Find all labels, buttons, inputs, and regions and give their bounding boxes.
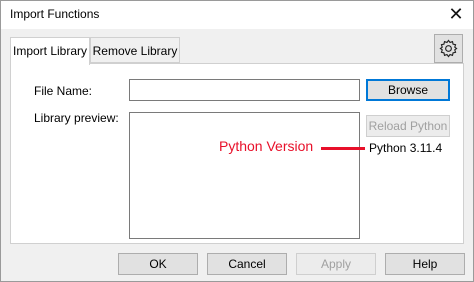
cancel-button[interactable]: Cancel — [207, 253, 287, 275]
library-preview-label: Library preview: — [34, 111, 119, 125]
ok-button[interactable]: OK — [118, 253, 198, 275]
window-title: Import Functions — [10, 7, 100, 21]
title-bar: Import Functions ✕ — [1, 1, 473, 29]
browse-button[interactable]: Browse — [366, 79, 450, 101]
apply-button[interactable]: Apply — [296, 253, 376, 275]
python-version-text: Python 3.11.4 — [369, 141, 443, 155]
reload-python-button[interactable]: Reload Python — [366, 115, 450, 137]
library-preview-box[interactable] — [129, 112, 360, 239]
annotation-label: Python Version — [219, 138, 314, 154]
file-name-input[interactable] — [129, 79, 360, 101]
tab-import-library[interactable]: Import Library — [10, 37, 90, 65]
settings-button[interactable] — [434, 34, 463, 63]
file-name-label: File Name: — [34, 84, 93, 98]
tab-remove-library[interactable]: Remove Library — [90, 37, 180, 63]
annotation-arrow-line — [321, 147, 365, 150]
import-functions-dialog: Import Functions ✕ Import Library Remove… — [0, 0, 474, 282]
close-icon[interactable]: ✕ — [441, 2, 471, 26]
gear-icon — [439, 39, 458, 58]
help-button[interactable]: Help — [385, 253, 465, 275]
